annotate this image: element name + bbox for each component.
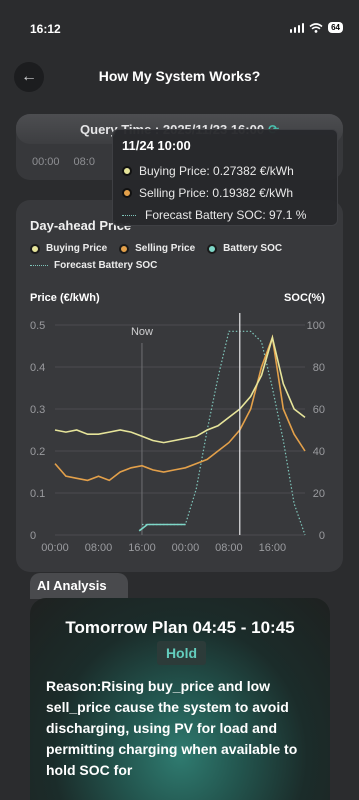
y2-tick-label: 60 — [313, 404, 325, 416]
tooltip-title: 11/24 10:00 — [122, 138, 191, 153]
chart-series — [54, 313, 306, 536]
y-tick-label: 0.2 — [30, 446, 45, 458]
y2-tick-label: 0 — [319, 530, 325, 542]
wifi-icon — [309, 22, 323, 33]
y2-tick-label: 100 — [307, 320, 325, 332]
y-axis-ticks: 0 0.1 0.2 0.3 0.4 0.5 — [30, 320, 45, 542]
y2-axis-title: SOC(%) — [284, 292, 325, 304]
signal-icon — [289, 22, 305, 33]
legend-selling-price[interactable]: Selling Price — [119, 243, 195, 254]
tooltip-selling-row: Selling Price: 0.19382 €/kWh — [122, 186, 293, 200]
y2-tick-label: 40 — [313, 446, 325, 458]
x-tick-label: 00:00 — [172, 542, 200, 554]
ai-analysis-card: Tomorrow Plan 04:45 - 10:45 Hold Reason:… — [30, 598, 330, 800]
query-time-item[interactable]: 08:0 — [74, 156, 95, 168]
status-bar: 16:12 64 — [0, 0, 359, 44]
y2-tick-label: 80 — [313, 362, 325, 374]
plan-title: Tomorrow Plan 04:45 - 10:45 — [65, 618, 295, 637]
battery-soc-dot-icon — [207, 243, 218, 254]
y-tick-label: 0 — [30, 530, 36, 542]
y-tick-label: 0.4 — [30, 362, 45, 374]
x-tick-label: 00:00 — [41, 542, 69, 554]
y2-axis-ticks: 0 20 40 60 80 100 — [307, 320, 325, 542]
now-annotation: Now — [131, 326, 153, 338]
buying-price-dot-icon — [30, 243, 40, 254]
battery-icon: 64 — [328, 22, 343, 33]
legend-forecast-soc[interactable]: Forecast Battery SOC — [30, 260, 157, 271]
y-tick-label: 0.3 — [30, 404, 45, 416]
tooltip-selling: Selling Price: 0.19382 €/kWh — [139, 186, 294, 200]
y-axis-title: Price (€/kWh) — [30, 292, 100, 304]
tooltip-buying: Buying Price: 0.27382 €/kWh — [139, 164, 294, 178]
tooltip-buying-row: Buying Price: 0.27382 €/kWh — [122, 164, 294, 178]
page-title: How My System Works? — [98, 68, 261, 84]
y2-tick-label: 20 — [313, 488, 325, 500]
chart-tooltip: 11/24 10:00 Buying Price: 0.27382 €/kWh … — [112, 129, 338, 226]
y-tick-label: 0.1 — [30, 488, 45, 500]
query-time-item[interactable]: 00:00 — [32, 156, 60, 168]
buying-price-line — [54, 334, 306, 444]
forecast-soc-line — [142, 330, 306, 536]
status-time: 16:12 — [30, 22, 61, 36]
forecast-line-icon — [122, 214, 136, 216]
ai-analysis-tab[interactable]: AI Analysis — [30, 573, 128, 599]
buying-dot-icon — [122, 166, 132, 176]
x-axis-ticks: 00:00 08:00 16:00 00:00 08:00 16:00 — [41, 542, 286, 554]
tooltip-forecast: Forecast Battery SOC: 97.1 % — [145, 208, 307, 222]
x-tick-label: 16:00 — [259, 542, 287, 554]
forecast-soc-line-icon — [30, 265, 48, 266]
reason-text: Reason:Rising buy_price and low sell_pri… — [46, 678, 298, 778]
selling-dot-icon — [122, 188, 132, 198]
selling-price-dot-icon — [119, 243, 130, 254]
query-time-list: 00:00 08:0 — [32, 156, 95, 168]
legend-battery-soc[interactable]: Battery SOC — [207, 243, 282, 254]
chart-legend: Buying Price Selling Price Battery SOC F… — [30, 243, 340, 271]
chart-card: Day-ahead Price Buying Price Selling Pri… — [16, 200, 343, 572]
legend-buying-price[interactable]: Buying Price — [30, 243, 107, 254]
x-tick-label: 08:00 — [85, 542, 113, 554]
y-tick-label: 0.5 — [30, 320, 45, 332]
x-tick-label: 08:00 — [215, 542, 243, 554]
battery-soc-line — [138, 523, 186, 532]
tooltip-forecast-row: Forecast Battery SOC: 97.1 % — [122, 208, 306, 222]
header: ← How My System Works? — [0, 58, 359, 98]
x-tick-label: 16:00 — [128, 542, 156, 554]
action-badge: Hold — [157, 641, 206, 665]
status-icons: 64 — [289, 22, 343, 33]
price-chart[interactable]: Price (€/kWh) SOC(%) 0 0.1 0.2 0.3 0.4 0.5 0 2… — [16, 285, 343, 560]
